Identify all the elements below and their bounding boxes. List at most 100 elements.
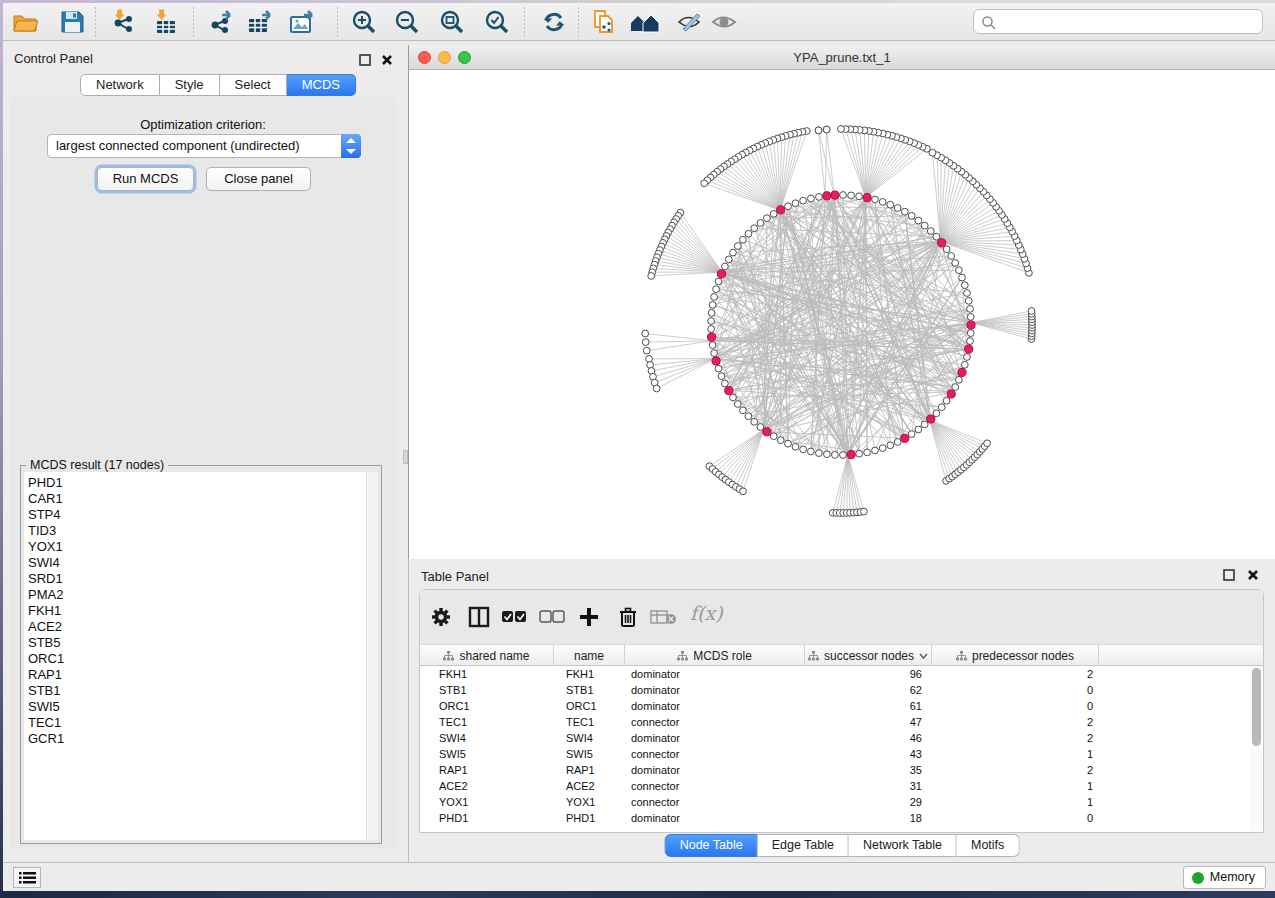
tab-network-table[interactable]: Network Table	[849, 834, 957, 857]
cell: RAP1	[554, 762, 625, 778]
mcds-result-item[interactable]: SWI5	[24, 699, 378, 715]
zoom-fit-icon[interactable]	[438, 9, 466, 35]
function-builder-icon[interactable]: f(x)	[690, 602, 723, 624]
task-history-button[interactable]	[13, 867, 41, 888]
cell: 96	[805, 666, 932, 682]
mcds-result-item[interactable]: STB5	[24, 635, 378, 651]
tab-edge-table[interactable]: Edge Table	[758, 834, 849, 857]
memory-button[interactable]: Memory	[1183, 866, 1266, 889]
delete-column-icon[interactable]	[616, 605, 640, 633]
deselect-all-icon[interactable]	[539, 610, 565, 628]
application-window: Control Panel NetworkStyleSelectMCDS Opt…	[3, 3, 1275, 891]
column-header-shared-name[interactable]: shared name	[420, 645, 554, 666]
select-all-icon[interactable]	[501, 610, 527, 628]
show-eye-icon[interactable]	[709, 9, 737, 35]
add-column-icon[interactable]	[577, 605, 601, 633]
cell: SWI4	[554, 730, 625, 746]
cell: connector	[625, 746, 805, 762]
search-input[interactable]	[973, 9, 1263, 34]
mcds-result-item[interactable]: GCR1	[24, 731, 378, 747]
mcds-result-item[interactable]: PHD1	[24, 475, 378, 491]
close-panel-button[interactable]: Close panel	[206, 167, 311, 191]
mcds-result-item[interactable]: CAR1	[24, 491, 378, 507]
export-network-icon[interactable]	[208, 9, 236, 35]
table-row[interactable]: SWI4SWI4dominator462	[420, 730, 1250, 746]
criterion-select[interactable]: largest connected component (undirected)	[47, 134, 361, 158]
hide-edges-icon[interactable]	[675, 9, 703, 35]
mcds-result-item[interactable]: SWI4	[24, 555, 378, 571]
table-row[interactable]: TEC1TEC1connector472	[420, 714, 1250, 730]
mcds-result-list[interactable]: PHD1CAR1STP4TID3YOX1SWI4SRD1PMA2FKH1ACE2…	[24, 472, 378, 840]
cell: connector	[625, 714, 805, 730]
cell: STB1	[554, 682, 625, 698]
float-panel-icon[interactable]	[1223, 567, 1235, 585]
export-table-icon[interactable]	[246, 9, 274, 35]
mcds-result-item[interactable]: RAP1	[24, 667, 378, 683]
table-row[interactable]: STB1STB1dominator620	[420, 682, 1250, 698]
import-table-icon[interactable]	[152, 9, 180, 35]
table-row[interactable]: PHD1PHD1dominator180	[420, 810, 1250, 826]
import-network-icon[interactable]	[110, 9, 138, 35]
copy-network-icon[interactable]	[591, 9, 619, 35]
table-settings-icon[interactable]	[429, 605, 453, 633]
tab-network[interactable]: Network	[80, 74, 160, 96]
criterion-value: largest connected component (undirected)	[56, 138, 300, 153]
mcds-result-item[interactable]: TEC1	[24, 715, 378, 731]
mcds-result-item[interactable]: SRD1	[24, 571, 378, 587]
optimization-criterion-label: Optimization criterion:	[10, 117, 396, 132]
mcds-result-item[interactable]: STP4	[24, 507, 378, 523]
cell: 1	[932, 794, 1099, 810]
table-row[interactable]: YOX1YOX1connector291	[420, 794, 1250, 810]
zoom-in-icon[interactable]	[350, 9, 378, 35]
select-spinner-icon	[341, 134, 361, 158]
column-visibility-icon[interactable]	[467, 605, 491, 633]
mcds-result-item[interactable]: PMA2	[24, 587, 378, 603]
zoom-selected-icon[interactable]	[483, 9, 511, 35]
close-panel-icon[interactable]	[1247, 567, 1259, 585]
refresh-icon[interactable]	[540, 9, 568, 35]
table-row[interactable]: RAP1RAP1dominator352	[420, 762, 1250, 778]
run-mcds-button[interactable]: Run MCDS	[97, 167, 194, 191]
tab-mcds[interactable]: MCDS	[287, 74, 356, 96]
table-row[interactable]: ACE2ACE2connector311	[420, 778, 1250, 794]
float-panel-icon[interactable]	[359, 52, 371, 70]
mcds-result-item[interactable]: ACE2	[24, 619, 378, 635]
column-header-MCDS-role[interactable]: MCDS role	[625, 645, 805, 666]
home-icon[interactable]	[628, 9, 656, 35]
table-row[interactable]: SWI5SWI5connector431	[420, 746, 1250, 762]
result-scrollbar[interactable]	[366, 472, 378, 840]
tab-node-table[interactable]: Node Table	[665, 834, 758, 857]
scrollbar-thumb[interactable]	[1252, 668, 1261, 746]
tab-style[interactable]: Style	[160, 74, 220, 96]
open-file-icon[interactable]	[11, 9, 39, 35]
table-row[interactable]: FKH1FKH1dominator962	[420, 666, 1250, 682]
toolbar-separator	[578, 7, 579, 37]
zoom-out-icon[interactable]	[393, 9, 421, 35]
cell: 2	[932, 762, 1099, 778]
network-window-titlebar[interactable]: YPA_prune.txt_1	[409, 45, 1275, 70]
delete-table-icon[interactable]	[650, 609, 678, 629]
cell: 18	[805, 810, 932, 826]
export-image-icon[interactable]	[288, 9, 316, 35]
close-panel-icon[interactable]	[381, 52, 393, 70]
network-canvas[interactable]	[409, 71, 1275, 559]
column-header-predecessor-nodes[interactable]: predecessor nodes	[932, 645, 1099, 666]
column-header-successor-nodes[interactable]: successor nodes	[805, 645, 932, 666]
table-row[interactable]: ORC1ORC1dominator610	[420, 698, 1250, 714]
cell: SWI5	[420, 746, 554, 762]
mcds-result-legend: MCDS result (17 nodes)	[26, 458, 168, 472]
toolbar-separator	[524, 7, 525, 37]
mcds-result-item[interactable]: FKH1	[24, 603, 378, 619]
table-panel-tabs: Node TableEdge TableNetwork TableMotifs	[665, 834, 1020, 857]
mcds-result-item[interactable]: ORC1	[24, 651, 378, 667]
table-scrollbar[interactable]	[1250, 666, 1262, 831]
mcds-result-item[interactable]: TID3	[24, 523, 378, 539]
tab-select[interactable]: Select	[220, 74, 287, 96]
save-icon[interactable]	[58, 9, 86, 35]
column-header-name[interactable]: name	[554, 645, 625, 666]
cell: 0	[932, 682, 1099, 698]
tab-motifs[interactable]: Motifs	[957, 834, 1019, 857]
toolbar-separator	[95, 7, 96, 37]
mcds-result-item[interactable]: YOX1	[24, 539, 378, 555]
mcds-result-item[interactable]: STB1	[24, 683, 378, 699]
